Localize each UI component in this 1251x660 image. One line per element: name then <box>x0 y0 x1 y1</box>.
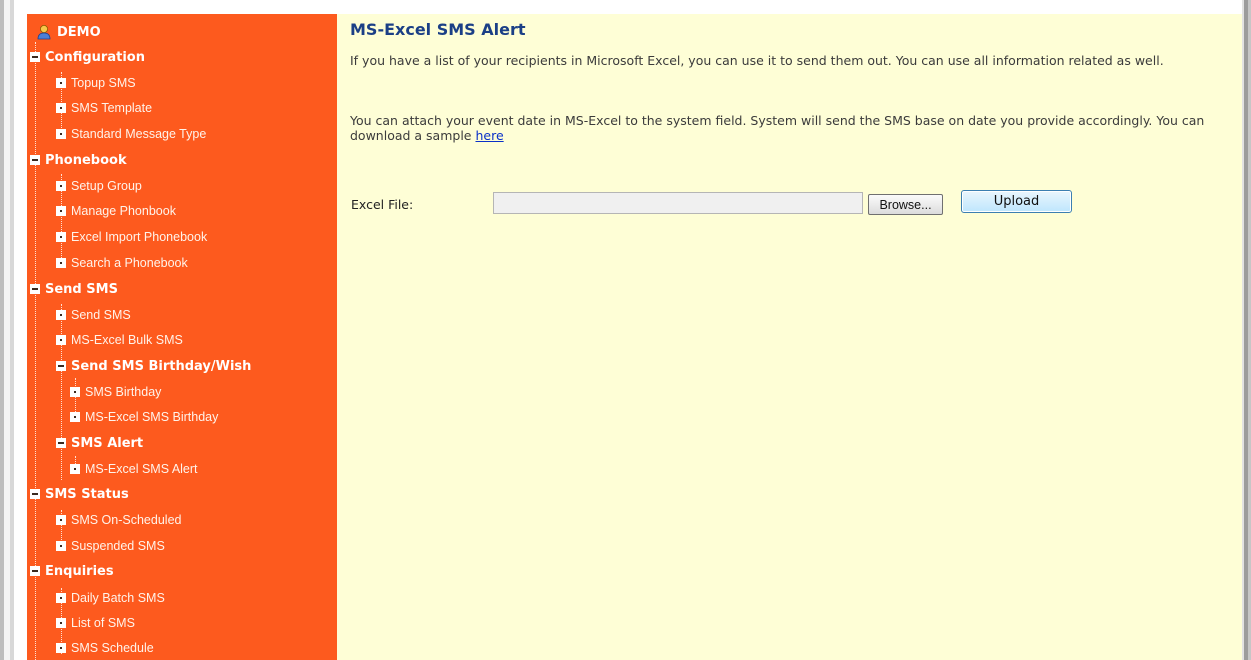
bullet-icon <box>56 129 66 139</box>
attach-text: You can attach your event date in MS-Exc… <box>350 113 1210 143</box>
bullet-icon <box>56 258 66 268</box>
sidebar-item-topup-sms[interactable]: Topup SMS <box>56 72 136 94</box>
main-content: MS-Excel SMS Alert If you have a list of… <box>337 14 1242 660</box>
sidebar-item-label: MS-Excel Bulk SMS <box>71 333 183 347</box>
bullet-icon <box>56 335 66 345</box>
collapse-icon[interactable] <box>30 489 40 499</box>
sidebar-item-label: SMS Template <box>71 101 153 115</box>
sidebar-item-label: Excel Import Phonebook <box>71 230 208 244</box>
sidebar-item-label: Setup Group <box>71 179 142 193</box>
sidebar-item-setup-group[interactable]: Setup Group <box>56 175 142 197</box>
sidebar-item-label: Daily Batch SMS <box>71 591 165 605</box>
sidebar-category-label: Phonebook <box>45 152 127 168</box>
sidebar-item-label: SMS On-Scheduled <box>71 513 182 527</box>
bullet-icon <box>56 541 66 551</box>
bullet-icon <box>70 464 80 474</box>
sidebar-category-send-sms-birthday[interactable]: Send SMS Birthday/Wish <box>56 355 251 377</box>
browse-button[interactable]: Browse... <box>868 194 943 215</box>
bullet-icon <box>56 515 66 525</box>
sidebar-category-label: Send SMS Birthday/Wish <box>71 358 252 374</box>
sidebar-category-label: Configuration <box>45 49 145 65</box>
sidebar-item-label: Manage Phonbook <box>71 204 176 218</box>
sidebar-item-label: MS-Excel SMS Birthday <box>85 410 219 424</box>
sidebar-category-label: Send SMS <box>45 281 118 297</box>
sidebar-item-label: Topup SMS <box>71 76 136 90</box>
bullet-icon <box>56 103 66 113</box>
sidebar-category-label: Enquiries <box>45 563 114 579</box>
collapse-icon[interactable] <box>30 566 40 576</box>
intro-text: If you have a list of your recipients in… <box>350 53 1164 68</box>
sidebar-category-enquiries[interactable]: Enquiries <box>30 560 114 582</box>
sidebar-item-label: Search a Phonebook <box>71 256 188 270</box>
collapse-icon[interactable] <box>30 155 40 165</box>
window-scrollbar[interactable] <box>1242 0 1251 660</box>
bullet-icon <box>56 232 66 242</box>
sidebar-category-sms-alert[interactable]: SMS Alert <box>56 432 143 454</box>
sidebar-item-search-a-phonebook[interactable]: Search a Phonebook <box>56 252 188 274</box>
sidebar-menu: DEMO Configuration Topup SMS SMS Templat… <box>27 14 337 660</box>
sidebar-category-send-sms[interactable]: Send SMS <box>30 278 118 300</box>
sidebar-item-sms-template[interactable]: SMS Template <box>56 97 152 119</box>
excel-file-input[interactable] <box>493 192 863 214</box>
download-sample-link[interactable]: here <box>475 128 503 143</box>
sidebar-root-demo[interactable]: DEMO <box>36 21 101 43</box>
top-strip <box>14 0 1242 6</box>
sidebar-item-manage-phonbook[interactable]: Manage Phonbook <box>56 200 176 222</box>
sidebar-root-label: DEMO <box>57 24 101 40</box>
user-icon <box>37 25 51 40</box>
sidebar-item-suspended-sms[interactable]: Suspended SMS <box>56 535 165 557</box>
sidebar-item-label: SMS Schedule <box>71 641 154 655</box>
sidebar-item-label: List of SMS <box>71 616 135 630</box>
sidebar-item-sms-on-scheduled[interactable]: SMS On-Scheduled <box>56 509 181 531</box>
bullet-icon <box>56 593 66 603</box>
upload-button[interactable]: Upload <box>961 190 1072 213</box>
sidebar-item-daily-batch-sms[interactable]: Daily Batch SMS <box>56 587 165 609</box>
bullet-icon <box>70 412 80 422</box>
sidebar-item-send-sms[interactable]: Send SMS <box>56 304 131 326</box>
sidebar-category-phonebook[interactable]: Phonebook <box>30 149 127 171</box>
sidebar-category-label: SMS Status <box>45 486 129 502</box>
sidebar-item-ms-excel-sms-birthday[interactable]: MS-Excel SMS Birthday <box>70 406 218 428</box>
sidebar-item-sms-schedule[interactable]: SMS Schedule <box>56 637 154 659</box>
sidebar-item-standard-message-type[interactable]: Standard Message Type <box>56 123 206 145</box>
bullet-icon <box>56 181 66 191</box>
collapse-icon[interactable] <box>30 284 40 294</box>
window-left-frame <box>0 0 14 660</box>
collapse-icon[interactable] <box>30 52 40 62</box>
bullet-icon <box>70 387 80 397</box>
tree-line <box>35 164 36 660</box>
sidebar-category-label: SMS Alert <box>71 435 144 451</box>
sidebar-item-list-of-sms[interactable]: List of SMS <box>56 612 135 634</box>
sidebar-item-label: MS-Excel SMS Alert <box>85 462 198 476</box>
bullet-icon <box>56 206 66 216</box>
excel-file-label: Excel File: <box>351 197 414 212</box>
bullet-icon <box>56 310 66 320</box>
sidebar-item-label: Send SMS <box>71 308 131 322</box>
sidebar-item-ms-excel-sms-alert[interactable]: MS-Excel SMS Alert <box>70 458 198 480</box>
sidebar-item-label: Suspended SMS <box>71 539 165 553</box>
sidebar-item-label: SMS Birthday <box>85 385 162 399</box>
collapse-icon[interactable] <box>56 438 66 448</box>
sidebar-item-excel-import-phonebook[interactable]: Excel Import Phonebook <box>56 226 207 248</box>
sidebar-category-configuration[interactable]: Configuration <box>30 46 145 68</box>
page-title: MS-Excel SMS Alert <box>350 20 526 39</box>
collapse-icon[interactable] <box>56 361 66 371</box>
bullet-icon <box>56 643 66 653</box>
bullet-icon <box>56 618 66 628</box>
bullet-icon <box>56 78 66 88</box>
sidebar-item-sms-birthday[interactable]: SMS Birthday <box>70 381 161 403</box>
sidebar-item-label: Standard Message Type <box>71 127 207 141</box>
sidebar-category-sms-status[interactable]: SMS Status <box>30 483 129 505</box>
sidebar-item-ms-excel-bulk-sms[interactable]: MS-Excel Bulk SMS <box>56 329 183 351</box>
